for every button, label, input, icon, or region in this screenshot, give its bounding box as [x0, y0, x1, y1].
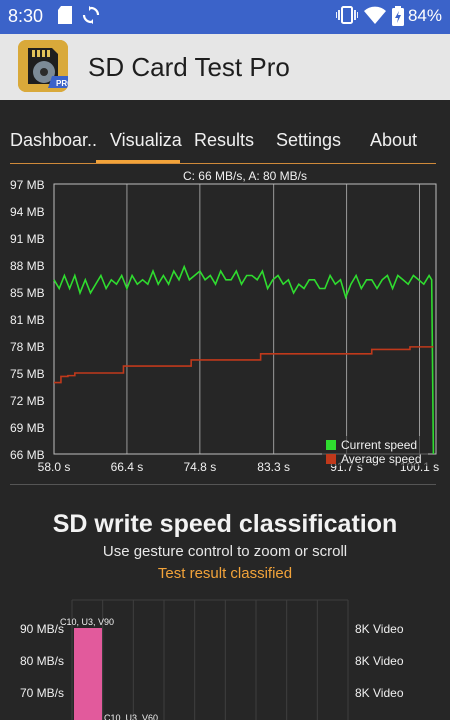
y-tick-label: 88 MB	[10, 259, 45, 273]
chart-legend: Current speedAverage speed	[322, 436, 428, 466]
x-tick-label: 74.8 s	[184, 460, 217, 474]
wifi-icon	[364, 6, 386, 29]
tab-dashboard[interactable]: Dashboar..	[10, 130, 97, 151]
y-tick-label: 81 MB	[10, 313, 45, 327]
x-tick-label: 58.0 s	[38, 460, 71, 474]
sd-card-icon	[58, 6, 72, 29]
class-right-tick-label: 8K Video	[355, 686, 404, 700]
pro-badge: PRO	[56, 79, 68, 88]
class-right-tick-label: 8K Video	[355, 654, 404, 668]
battery-charging-icon	[392, 6, 404, 31]
classification-status: Test result classified	[157, 565, 293, 582]
y-tick-label: 85 MB	[10, 286, 45, 300]
class-bar	[74, 628, 102, 720]
tab-results[interactable]: Results	[194, 130, 254, 151]
classification-chart[interactable]: 90 MB/s 8K Video 80 MB/s 8K Video 70 MB/s 8K …	[0, 596, 450, 720]
tab-bar: Dashboar.. Visualiza Results Settings Ab…	[0, 100, 450, 166]
app-bar: PRO SD Card Test Pro	[0, 34, 450, 100]
tab-settings[interactable]: Settings	[276, 130, 341, 151]
status-bar: 8:30 84%	[0, 0, 450, 34]
tab-visualization[interactable]: Visualiza	[110, 130, 182, 151]
app-logo: PRO	[18, 40, 68, 92]
plot-frame	[53, 183, 437, 455]
class-right-tick-label: 8K Video	[355, 622, 404, 636]
y-tick-label: 91 MB	[10, 232, 45, 246]
speed-chart-panel[interactable]: 97 MB 94 MB 91 MB 88 MB 85 MB 81 MB 78 MB 75 MB…	[0, 166, 450, 484]
vibrate-icon	[335, 6, 359, 29]
classification-title: SD write speed classification	[52, 510, 398, 538]
class-y-tick-label: 80 MB/s	[20, 654, 64, 668]
legend-swatch	[326, 454, 336, 464]
tabs-divider	[10, 163, 436, 164]
x-tick-label: 66.4 s	[111, 460, 144, 474]
class-y-tick-label: 90 MB/s	[20, 622, 64, 636]
sync-icon	[82, 6, 100, 29]
status-time: 8:30	[8, 6, 44, 26]
classification-subtitle: Use gesture control to zoom or scroll	[102, 543, 348, 560]
y-tick-label: 69 MB	[10, 421, 45, 435]
x-tick-label: 83.3 s	[257, 460, 290, 474]
y-tick-label: 94 MB	[10, 205, 45, 219]
y-tick-label: 97 MB	[10, 178, 45, 192]
speed-chart[interactable]: 97 MB 94 MB 91 MB 88 MB 85 MB 81 MB 78 MB 75 MB…	[0, 166, 450, 484]
class-bar-label: C10, U3, V60	[104, 713, 158, 720]
y-tick-label: 72 MB	[10, 394, 45, 408]
speed-annotation: C: 66 MB/s, A: 80 MB/s	[183, 169, 307, 183]
y-tick-label: 75 MB	[10, 367, 45, 381]
class-bar-label: C10, U3, V90	[60, 617, 114, 627]
average-speed-line	[54, 346, 434, 384]
legend-swatch	[326, 440, 336, 450]
tab-about[interactable]: About	[370, 130, 417, 151]
y-tick-label: 78 MB	[10, 340, 45, 354]
legend-label: Current speed	[341, 438, 417, 452]
section-divider	[10, 484, 436, 485]
legend-label: Average speed	[341, 452, 422, 466]
class-y-tick-label: 70 MB/s	[20, 686, 64, 700]
battery-level: 84%	[407, 6, 442, 25]
app-title: SD Card Test Pro	[88, 52, 290, 82]
